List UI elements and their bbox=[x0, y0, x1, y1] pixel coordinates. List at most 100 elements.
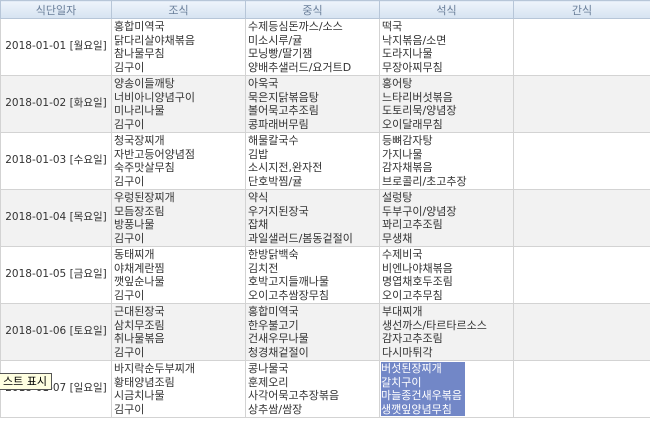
menu-item: 무장아찌무침 bbox=[382, 60, 443, 74]
menu-item: 소시지전,완자전 bbox=[248, 161, 323, 174]
menu-item: 근대된장국 bbox=[114, 305, 165, 318]
table-row[interactable]: 2018-01-03 [수요일] 청국장찌개 자반고등어양념점 숙주맛살무침 김구이 해물… bbox=[0, 132, 650, 190]
menu-item: 바지락순두부찌개 bbox=[114, 362, 195, 375]
menu-item: 잡채 bbox=[248, 218, 269, 231]
dinner-cell[interactable]: 홍어탕 느타리버섯볶음 도토리묵/양념장 오이달래무침 bbox=[379, 75, 514, 133]
menu-item: 묵은지닭볶음탕 bbox=[248, 90, 319, 104]
menu-item: 도토리묵/양념장 bbox=[382, 104, 457, 117]
date-cell[interactable]: 2018-01-02 [화요일] bbox=[0, 75, 112, 133]
menu-item: 오이고추쌈장무침 bbox=[248, 288, 329, 302]
breakfast-cell[interactable]: 홍합미역국 닭다리살야채볶음 참나물무침 김구이 bbox=[111, 18, 246, 76]
menu-item: 숙주맛살무침 bbox=[114, 161, 175, 174]
date-cell[interactable]: 2018-01-04 [목요일] bbox=[0, 189, 112, 247]
menu-item: 김치전 bbox=[248, 261, 279, 275]
menu-item: 약식 bbox=[248, 191, 269, 204]
lunch-cell[interactable]: 한방닭백숙 김치전 호박고지들깨나물 오이고추쌈장무침 bbox=[245, 246, 380, 304]
dinner-cell[interactable]: 떡국 낙지볶음/소면 도라지나물 무장아찌무침 bbox=[379, 18, 514, 76]
meal-table: 식단일자 조식 중식 석식 간식 2018-01-01 [월요일] 홍합미역국 닭다… bbox=[0, 0, 650, 418]
menu-item: 호박고지들깨나물 bbox=[248, 275, 329, 288]
breakfast-cell[interactable]: 근대된장국 삼치무조림 취나물볶음 김구이 bbox=[111, 303, 246, 361]
menu-item: 수제비국 bbox=[382, 248, 423, 261]
menu-item: 삼치무조림 bbox=[114, 318, 165, 332]
menu-item: 우거지된장국 bbox=[248, 204, 309, 218]
snack-cell[interactable] bbox=[513, 132, 650, 190]
breakfast-cell[interactable]: 청국장찌개 자반고등어양념점 숙주맛살무침 김구이 bbox=[111, 132, 246, 190]
menu-item: 홍어탕 bbox=[382, 77, 413, 90]
snack-cell[interactable] bbox=[513, 75, 650, 133]
snack-cell[interactable] bbox=[513, 18, 650, 76]
header-date[interactable]: 식단일자 bbox=[0, 0, 112, 19]
header-lunch[interactable]: 중식 bbox=[245, 0, 380, 19]
header-dinner[interactable]: 석식 bbox=[379, 0, 514, 19]
menu-item: 해물칼국수 bbox=[248, 134, 299, 147]
dinner-cell[interactable]: 부대찌개 생선까스/타르타르소스 감자고추조림 다시마튀각 bbox=[379, 303, 514, 361]
menu-item: 볼어묵고추조림 bbox=[248, 104, 319, 117]
menu-item: 가지나물 bbox=[382, 147, 423, 161]
dinner-cell[interactable]: 설렁탕 두부구이/양념장 꽈리고추조림 무생채 bbox=[379, 189, 514, 247]
menu-item: 자반고등어양념점 bbox=[114, 147, 195, 161]
menu-item: 청국장찌개 bbox=[114, 134, 165, 147]
menu-item: 취나물볶음 bbox=[114, 332, 165, 345]
header-row: 식단일자 조식 중식 석식 간식 bbox=[0, 0, 650, 19]
header-snack[interactable]: 간식 bbox=[513, 0, 650, 19]
menu-item: 너비아니양념구이 bbox=[114, 90, 195, 104]
lunch-cell[interactable]: 콩나물국 훈제오리 사각어묵고추장볶음 상추쌈/쌈장 bbox=[245, 360, 380, 418]
menu-item: 모닝빵/딸기잼 bbox=[248, 47, 313, 60]
menu-item: 김구이 bbox=[114, 117, 145, 131]
menu-item: 과일샐러드/봄동겉절이 bbox=[248, 231, 353, 245]
snack-cell[interactable] bbox=[513, 360, 650, 418]
menu-item: 홍합미역국 bbox=[248, 305, 299, 318]
table-row[interactable]: 2018-01-02 [화요일] 양송이들깨탕 너비아니양념구이 미나리나물 김구이 아욱… bbox=[0, 75, 650, 133]
dinner-cell[interactable]: 등뼈감자탕 가지나물 감자채볶음 브로콜리/초고추장 bbox=[379, 132, 514, 190]
lunch-cell[interactable]: 해물칼국수 김밥 소시지전,완자전 단호박찜/귤 bbox=[245, 132, 380, 190]
menu-item: 야채계란찜 bbox=[114, 261, 165, 275]
lunch-cell[interactable]: 약식 우거지된장국 잡채 과일샐러드/봄동겉절이 bbox=[245, 189, 380, 247]
snack-cell[interactable] bbox=[513, 303, 650, 361]
dinner-cell[interactable]: 버섯된장찌개 갈치구이 마늘종건새우볶음 생깻잎양념무침 bbox=[379, 360, 514, 418]
table-row[interactable]: 2018-01-06 [토요일] 근대된장국 삼치무조림 취나물볶음 김구이 홍합미역국 한… bbox=[0, 303, 650, 361]
date-cell[interactable]: 2018-01-05 [금요일] bbox=[0, 246, 112, 304]
menu-item: 다시마튀각 bbox=[382, 345, 433, 359]
menu-item: 깻잎순나물 bbox=[114, 275, 165, 288]
snack-cell[interactable] bbox=[513, 246, 650, 304]
menu-item: 닭다리살야채볶음 bbox=[114, 33, 195, 47]
menu-item: 비엔나야채볶음 bbox=[382, 261, 453, 275]
menu-item: 참나물무침 bbox=[114, 47, 165, 60]
menu-item: 김구이 bbox=[114, 402, 145, 416]
menu-item: 김구이 bbox=[114, 174, 145, 188]
menu-item: 미나리나물 bbox=[114, 104, 165, 117]
menu-item: 모듬장조림 bbox=[114, 204, 165, 218]
dinner-cell[interactable]: 수제비국 비엔나야채볶음 명엽채호두조림 오이고추무침 bbox=[379, 246, 514, 304]
date-cell[interactable]: 2018-01-01 [월요일] bbox=[0, 18, 112, 76]
lunch-cell[interactable]: 수제등심돈까스/소스 미소시루/귤 모닝빵/딸기잼 양배추샐러드/요거트D bbox=[245, 18, 380, 76]
menu-item: 사각어묵고추장볶음 bbox=[248, 389, 340, 402]
menu-item: 김구이 bbox=[114, 60, 145, 74]
menu-item: 김구이 bbox=[114, 288, 145, 302]
table-row[interactable]: 2018-01-01 [월요일] 홍합미역국 닭다리살야채볶음 참나물무침 김구이 수제등… bbox=[0, 18, 650, 76]
menu-item: 감자채볶음 bbox=[382, 161, 433, 174]
menu-item: 갈치구이 bbox=[381, 375, 422, 389]
breakfast-cell[interactable]: 바지락순두부찌개 황태양념조림 시금치나물 김구이 bbox=[111, 360, 246, 418]
menu-item: 꽈리고추조림 bbox=[382, 218, 443, 231]
breakfast-cell[interactable]: 우렁된장찌개 모듬장조림 방풍나물 김구이 bbox=[111, 189, 246, 247]
header-breakfast[interactable]: 조식 bbox=[111, 0, 246, 19]
lunch-cell[interactable]: 아욱국 묵은지닭볶음탕 볼어묵고추조림 콩파래버무림 bbox=[245, 75, 380, 133]
tooltip: 스트 표시 bbox=[0, 373, 52, 390]
breakfast-cell[interactable]: 양송이들깨탕 너비아니양념구이 미나리나물 김구이 bbox=[111, 75, 246, 133]
menu-item: 버섯된장찌개 bbox=[381, 362, 442, 375]
snack-cell[interactable] bbox=[513, 189, 650, 247]
menu-item: 김구이 bbox=[114, 345, 145, 359]
table-row[interactable]: 2018-01-07 [일요일] 바지락순두부찌개 황태양념조림 시금치나물 김구이 콩나… bbox=[0, 360, 650, 418]
menu-item: 양송이들깨탕 bbox=[114, 77, 175, 90]
menu-item: 동태찌개 bbox=[114, 248, 155, 261]
breakfast-cell[interactable]: 동태찌개 야채계란찜 깻잎순나물 김구이 bbox=[111, 246, 246, 304]
menu-item: 느타리버섯볶음 bbox=[382, 90, 453, 104]
menu-item: 한방닭백숙 bbox=[248, 248, 299, 261]
table-row[interactable]: 2018-01-05 [금요일] 동태찌개 야채계란찜 깻잎순나물 김구이 한방닭백숙 김치… bbox=[0, 246, 650, 304]
lunch-cell[interactable]: 홍합미역국 한우불고기 건새우무나물 청경채겉절이 bbox=[245, 303, 380, 361]
menu-item: 도라지나물 bbox=[382, 47, 433, 60]
date-cell[interactable]: 2018-01-06 [토요일] bbox=[0, 303, 112, 361]
table-row[interactable]: 2018-01-04 [목요일] 우렁된장찌개 모듬장조림 방풍나물 김구이 약식 우거지된… bbox=[0, 189, 650, 247]
date-cell[interactable]: 2018-01-03 [수요일] bbox=[0, 132, 112, 190]
menu-item: 등뼈감자탕 bbox=[382, 134, 433, 147]
